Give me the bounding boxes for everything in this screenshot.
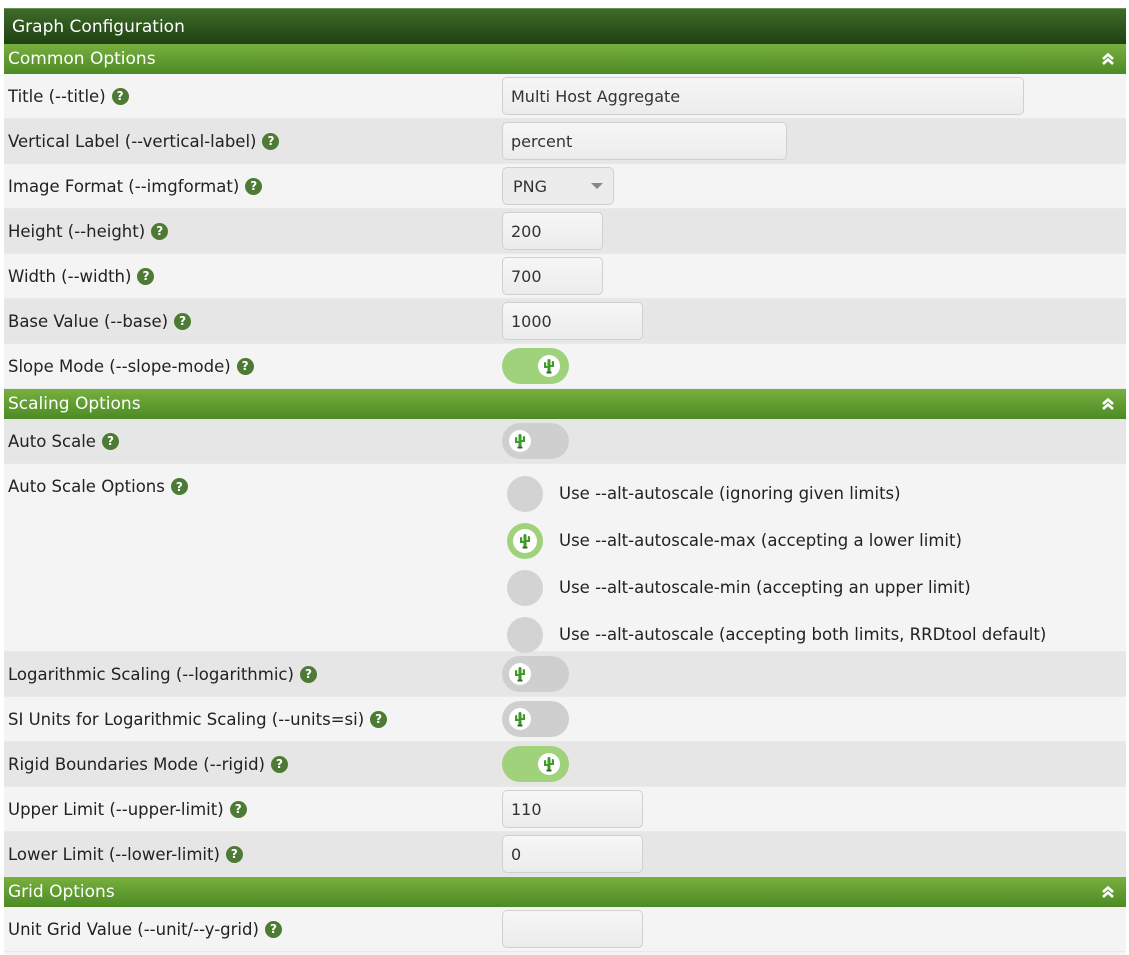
cactus-icon — [514, 433, 526, 449]
row-height: Height (--height)? 200 — [4, 209, 1126, 254]
section-header-common[interactable]: Common Options — [4, 44, 1126, 74]
row-width: Width (--width)? 700 — [4, 254, 1126, 299]
radio-button[interactable] — [507, 616, 543, 653]
unit-grid-input[interactable] — [502, 910, 643, 948]
image-format-label: Image Format (--imgformat) — [8, 176, 240, 196]
radio-option[interactable]: Use --alt-autoscale-min (accepting an up… — [502, 564, 1046, 611]
help-icon[interactable]: ? — [101, 432, 119, 450]
vertical-label-label: Vertical Label (--vertical-label) — [8, 131, 257, 151]
lower-limit-input[interactable]: 0 — [502, 835, 643, 873]
help-icon[interactable]: ? — [225, 845, 243, 863]
help-icon[interactable]: ? — [245, 177, 263, 195]
width-label: Width (--width) — [8, 266, 132, 286]
panel-title-bar: Graph Configuration — [4, 8, 1126, 44]
height-input[interactable]: 200 — [502, 212, 603, 250]
collapse-chevron-icon[interactable] — [1100, 51, 1116, 67]
dropdown-caret-icon — [591, 183, 603, 189]
lower-limit-label: Lower Limit (--lower-limit) — [8, 844, 220, 864]
title-input[interactable]: Multi Host Aggregate — [502, 77, 1024, 115]
cactus-icon — [514, 711, 526, 727]
row-logarithmic: Logarithmic Scaling (--logarithmic)? — [4, 652, 1126, 697]
rigid-label: Rigid Boundaries Mode (--rigid) — [8, 754, 265, 774]
radio-option[interactable]: Use --alt-autoscale (ignoring given limi… — [502, 470, 1046, 517]
slope-mode-toggle[interactable] — [502, 348, 569, 384]
radio-label: Use --alt-autoscale (ignoring given limi… — [559, 484, 901, 503]
radio-label: Use --alt-autoscale (accepting both limi… — [559, 625, 1047, 644]
collapse-chevron-icon[interactable] — [1100, 884, 1116, 900]
row-upper-limit: Upper Limit (--upper-limit)? 110 — [4, 787, 1126, 832]
width-input[interactable]: 700 — [502, 257, 603, 295]
row-title: Title (--title)? Multi Host Aggregate — [4, 74, 1126, 119]
cactus-icon — [543, 756, 555, 772]
unit-grid-label: Unit Grid Value (--unit/--y-grid) — [8, 919, 259, 939]
row-vertical-label: Vertical Label (--vertical-label)? perce… — [4, 119, 1126, 164]
row-lower-limit: Lower Limit (--lower-limit)? 0 — [4, 832, 1126, 877]
section-title-grid: Grid Options — [8, 882, 115, 902]
help-icon[interactable]: ? — [111, 87, 129, 105]
row-rigid: Rigid Boundaries Mode (--rigid)? — [4, 742, 1126, 787]
help-icon[interactable]: ? — [170, 478, 188, 495]
section-title-scaling: Scaling Options — [8, 394, 141, 414]
base-value-label: Base Value (--base) — [8, 311, 169, 331]
cactus-icon — [519, 533, 531, 549]
help-icon[interactable]: ? — [151, 222, 169, 240]
panel-title: Graph Configuration — [12, 16, 185, 37]
help-icon[interactable]: ? — [299, 665, 317, 683]
cactus-icon — [514, 666, 526, 682]
auto-scale-label: Auto Scale — [8, 431, 96, 451]
si-units-label: SI Units for Logarithmic Scaling (--unit… — [8, 709, 365, 729]
vertical-label-input[interactable]: percent — [502, 122, 787, 160]
section-header-scaling[interactable]: Scaling Options — [4, 389, 1126, 419]
radio-button-selected[interactable] — [507, 522, 543, 559]
si-units-toggle[interactable] — [502, 701, 569, 737]
image-format-value: PNG — [513, 176, 548, 196]
title-label: Title (--title) — [8, 86, 106, 106]
logarithmic-label: Logarithmic Scaling (--logarithmic) — [8, 664, 294, 684]
radio-label: Use --alt-autoscale-min (accepting an up… — [559, 578, 971, 597]
radio-button[interactable] — [507, 475, 543, 512]
slope-mode-label: Slope Mode (--slope-mode) — [8, 356, 231, 376]
row-auto-scale-options: Auto Scale Options? Use --alt-autoscale … — [4, 464, 1126, 653]
row-slope-mode: Slope Mode (--slope-mode)? — [4, 344, 1126, 389]
radio-option[interactable]: Use --alt-autoscale-max (accepting a low… — [502, 517, 1046, 564]
graph-configuration-panel: Graph Configuration Common Options Title… — [4, 8, 1126, 955]
radio-label: Use --alt-autoscale-max (accepting a low… — [559, 531, 962, 550]
row-unit-grid: Unit Grid Value (--unit/--y-grid)? — [4, 907, 1126, 952]
logarithmic-toggle[interactable] — [502, 656, 569, 692]
rigid-toggle[interactable] — [502, 746, 569, 782]
auto-scale-options-label: Auto Scale Options — [8, 477, 165, 496]
section-header-grid[interactable]: Grid Options — [4, 877, 1126, 907]
radio-button[interactable] — [507, 569, 543, 606]
help-icon[interactable]: ? — [370, 710, 388, 728]
cactus-icon — [543, 358, 555, 374]
row-base-value: Base Value (--base)? 1000 — [4, 299, 1126, 344]
radio-option[interactable]: Use --alt-autoscale (accepting both limi… — [502, 611, 1046, 658]
section-title-common: Common Options — [8, 49, 156, 69]
help-icon[interactable]: ? — [262, 132, 280, 150]
help-icon[interactable]: ? — [236, 357, 254, 375]
image-format-select[interactable]: PNG — [502, 167, 614, 205]
collapse-chevron-icon[interactable] — [1100, 396, 1116, 412]
auto-scale-toggle[interactable] — [502, 423, 569, 459]
help-icon[interactable]: ? — [137, 267, 155, 285]
height-label: Height (--height) — [8, 221, 146, 241]
row-si-units: SI Units for Logarithmic Scaling (--unit… — [4, 697, 1126, 742]
upper-limit-input[interactable]: 110 — [502, 790, 643, 828]
upper-limit-label: Upper Limit (--upper-limit) — [8, 799, 224, 819]
row-image-format: Image Format (--imgformat)? PNG — [4, 164, 1126, 209]
help-icon[interactable]: ? — [264, 920, 282, 938]
row-auto-scale: Auto Scale? — [4, 419, 1126, 464]
help-icon[interactable]: ? — [270, 755, 288, 773]
base-value-input[interactable]: 1000 — [502, 302, 643, 340]
help-icon[interactable]: ? — [229, 800, 247, 818]
auto-scale-radio-group: Use --alt-autoscale (ignoring given limi… — [502, 464, 1046, 658]
help-icon[interactable]: ? — [174, 312, 192, 330]
